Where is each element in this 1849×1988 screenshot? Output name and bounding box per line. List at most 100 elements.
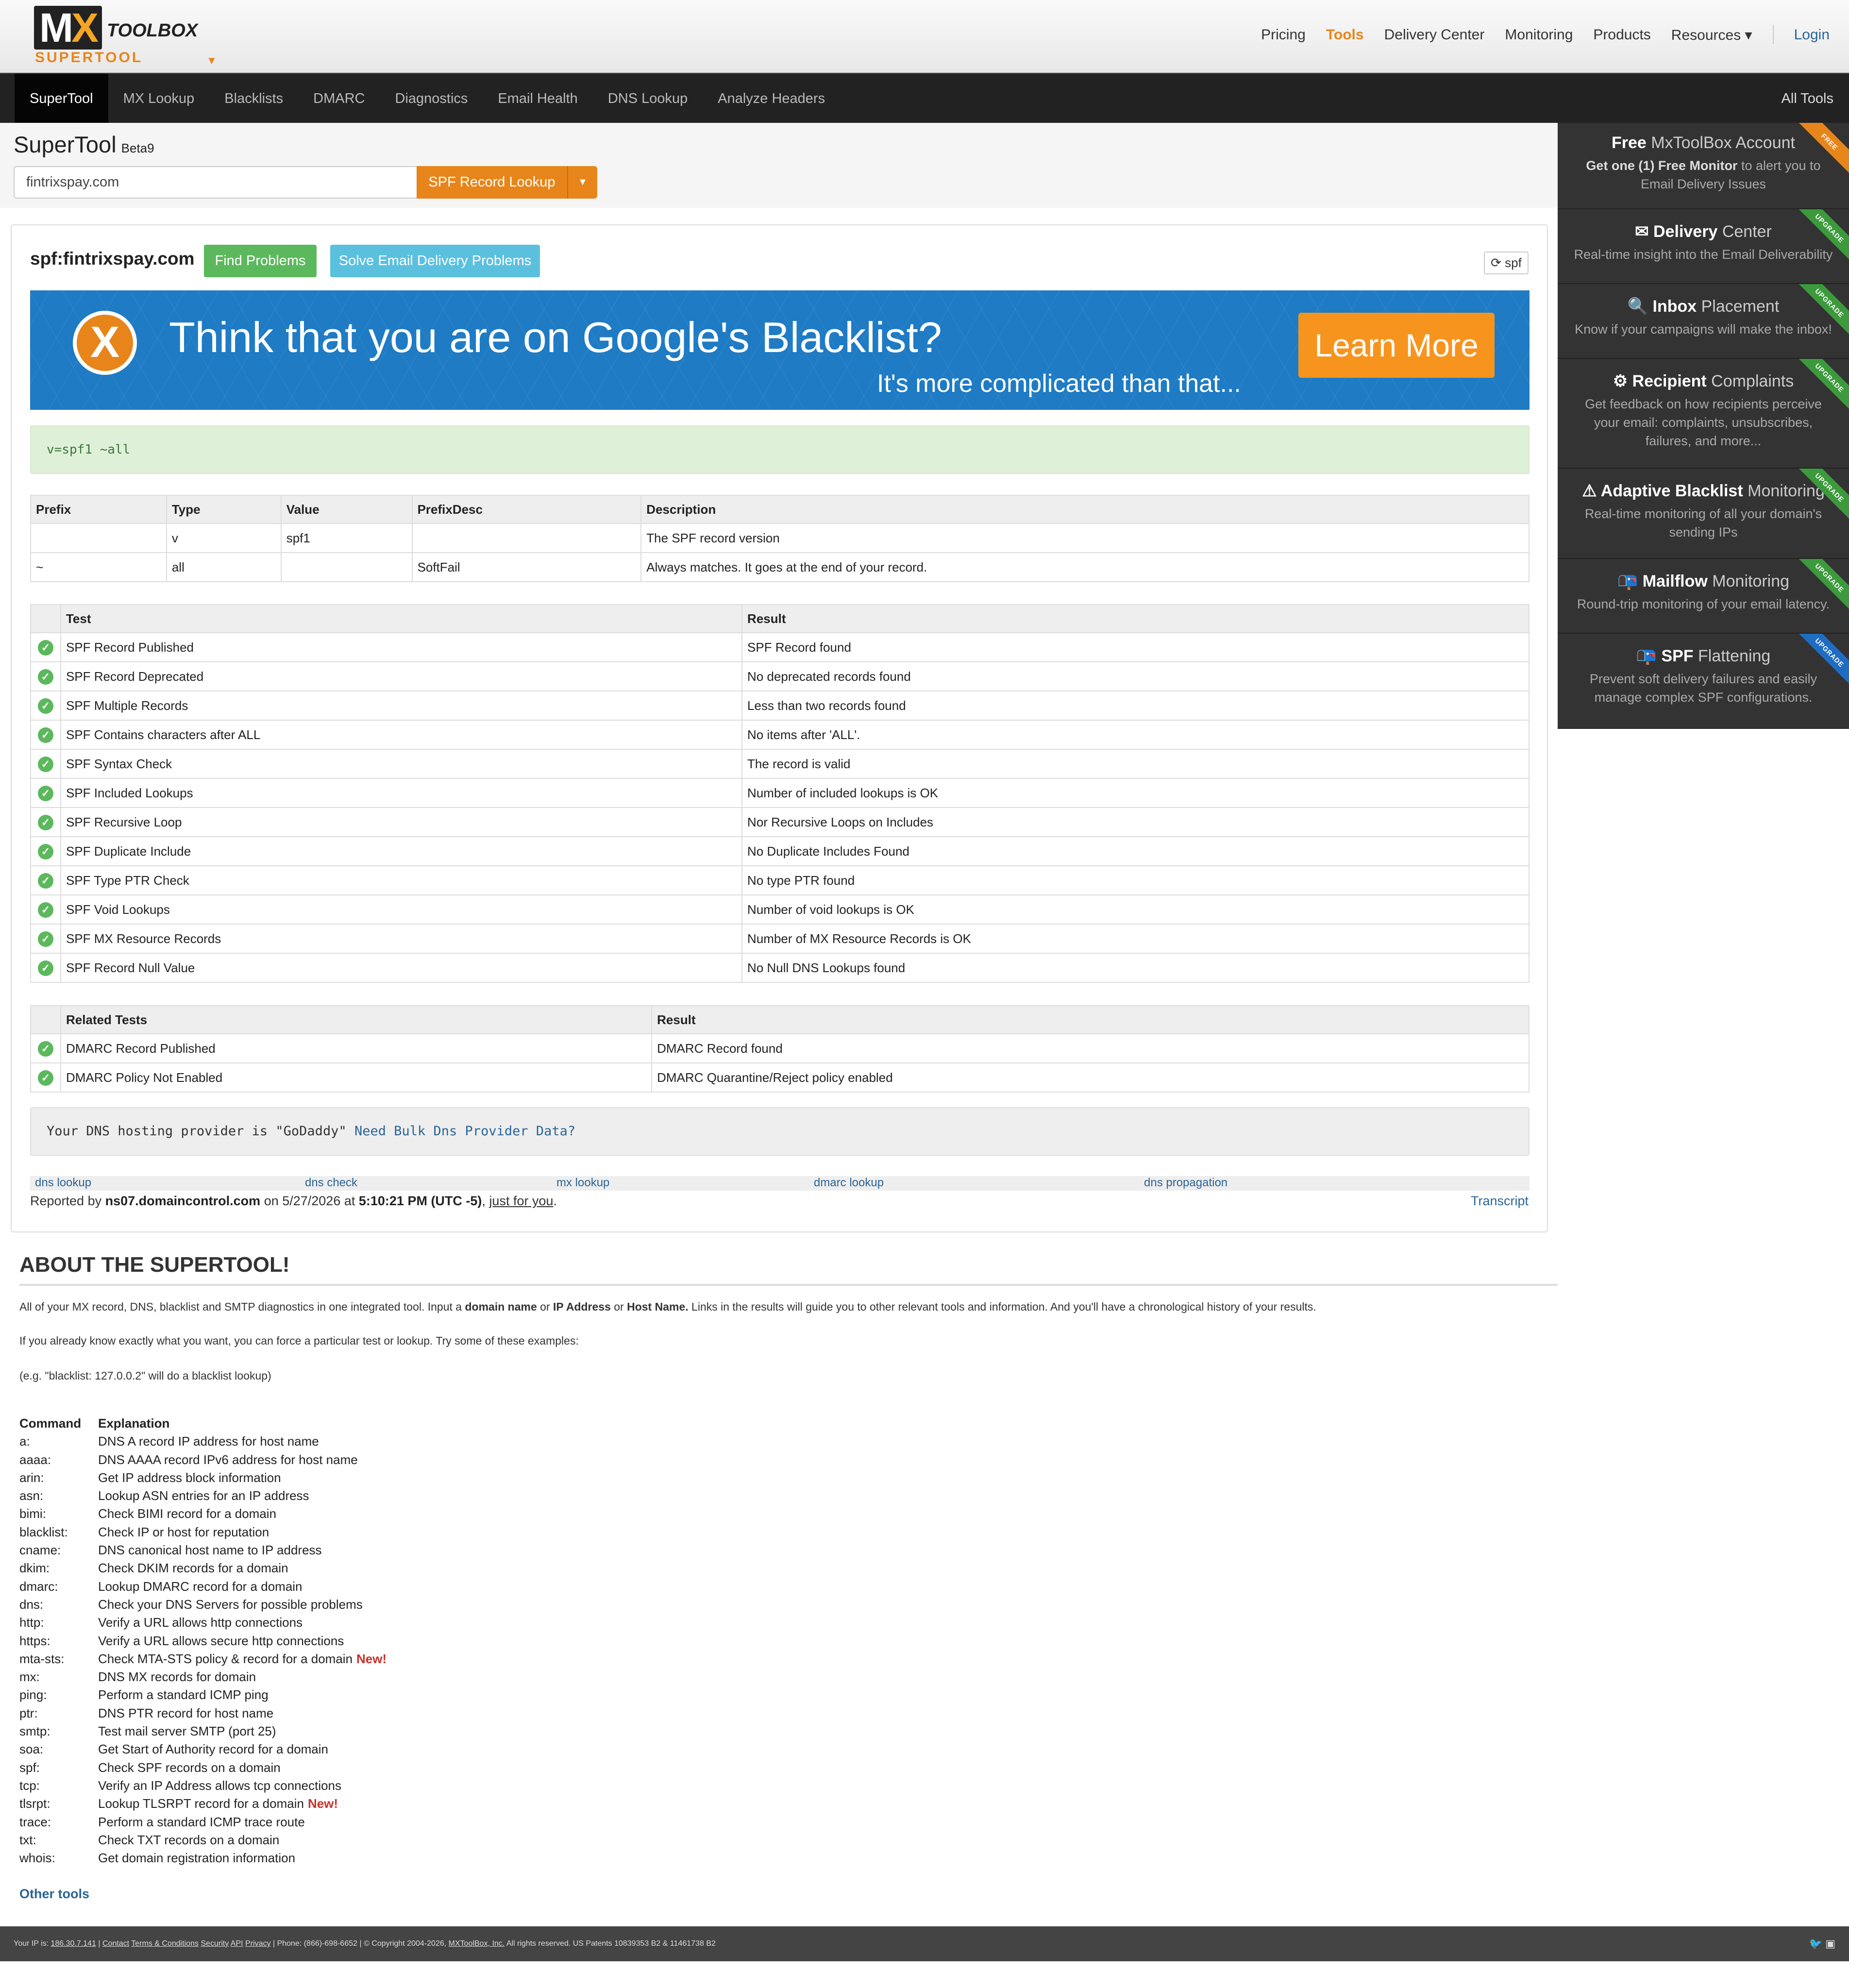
footer-link[interactable]: Privacy bbox=[245, 1939, 270, 1948]
sidebar-item-desc: Get one (1) Free Monitor to alert you to… bbox=[1558, 152, 1849, 193]
footer-link[interactable]: Security bbox=[201, 1939, 229, 1948]
footer-link[interactable]: Contact bbox=[102, 1939, 129, 1948]
learn-more-button[interactable]: Learn More bbox=[1298, 313, 1495, 378]
blog-icon[interactable]: ▣ bbox=[1825, 1937, 1835, 1950]
check-circle-icon: ✓ bbox=[37, 1041, 53, 1057]
about-p1-a: All of your MX record, DNS, blacklist an… bbox=[19, 1300, 462, 1313]
twitter-icon[interactable]: 🐦 bbox=[1809, 1937, 1822, 1950]
ad-banner[interactable]: X Think that you are on Google's Blackli… bbox=[30, 290, 1530, 410]
command-explanation: Lookup DMARC record for a domain bbox=[98, 1579, 303, 1594]
footer-link[interactable]: API bbox=[231, 1939, 243, 1948]
status-cell: ✓ bbox=[30, 778, 61, 808]
related-link[interactable]: dns propagation bbox=[1144, 1176, 1227, 1190]
search-input[interactable]: fintrixspay.com bbox=[14, 166, 418, 199]
sidebar-item-title: 🔍 Inbox Placement bbox=[1558, 297, 1849, 316]
find-problems-button[interactable]: Find Problems bbox=[204, 245, 317, 277]
sidebar-item-bold: Adaptive Blacklist bbox=[1600, 482, 1743, 500]
login-link[interactable]: Login bbox=[1794, 27, 1830, 44]
status-cell: ✓ bbox=[30, 865, 61, 895]
sidebar-item[interactable]: 📭 SPF Flattening Prevent soft delivery fa… bbox=[1558, 634, 1849, 729]
command-explanation: Check TXT records on a domain bbox=[98, 1832, 280, 1847]
lookup-dropdown-toggle[interactable]: ▼ bbox=[567, 166, 597, 199]
about-paragraph-1: All of your MX record, DNS, blacklist an… bbox=[19, 1297, 1558, 1316]
nav-tab[interactable]: MX Lookup bbox=[108, 74, 210, 124]
command-name: trace: bbox=[19, 1814, 51, 1829]
logo-toolbox-text: TOOLBOX bbox=[107, 20, 198, 41]
top-nav-item[interactable]: Monitoring bbox=[1505, 27, 1573, 44]
sidebar-item-title: ✉ Delivery Center bbox=[1558, 222, 1849, 241]
top-nav-item[interactable]: Products bbox=[1593, 27, 1650, 44]
command-row: smtp: Test mail server SMTP (port 25) bbox=[19, 1724, 387, 1742]
solve-email-delivery-button[interactable]: Solve Email Delivery Problems bbox=[330, 245, 540, 277]
check-circle-icon: ✓ bbox=[37, 843, 53, 859]
table-header-cell: PrefixDesc bbox=[411, 495, 642, 524]
related-link[interactable]: dns lookup bbox=[35, 1176, 91, 1190]
top-nav-item[interactable]: Tools bbox=[1326, 27, 1364, 44]
all-tools-link[interactable]: All Tools bbox=[1782, 74, 1833, 124]
just-for-you-link[interactable]: just for you bbox=[489, 1194, 553, 1208]
sidebar-item[interactable]: 🔍 Inbox Placement Know if your campaigns … bbox=[1558, 284, 1849, 359]
command-row: mx: DNS MX records for domain bbox=[19, 1669, 387, 1687]
table-cell: SPF Syntax Check bbox=[60, 749, 743, 779]
sidebar-item[interactable]: ⚠ Adaptive Blacklist Monitoring Real-time… bbox=[1558, 469, 1849, 559]
sidebar-item[interactable]: ⚙ Recipient Complaints Get feedback on ho… bbox=[1558, 359, 1849, 469]
top-nav-item[interactable]: Resources ▾ bbox=[1671, 27, 1752, 44]
table-cell bbox=[30, 523, 167, 553]
explanation-header: Explanation bbox=[98, 1416, 170, 1431]
status-cell: ✓ bbox=[30, 807, 61, 837]
transcript-link[interactable]: Transcript bbox=[1471, 1194, 1529, 1209]
refresh-spf-button[interactable]: ⟳ spf bbox=[1484, 252, 1529, 274]
caret-down-icon: ▼ bbox=[578, 177, 588, 187]
sidebar-item[interactable]: ✉ Delivery Center Real-time insight into … bbox=[1558, 209, 1849, 284]
status-cell: ✓ bbox=[30, 720, 61, 750]
command-row: ptr: DNS PTR record for host name bbox=[19, 1706, 387, 1724]
check-circle-icon: ✓ bbox=[37, 785, 53, 801]
nav-tab[interactable]: Analyze Headers bbox=[703, 74, 840, 124]
related-link[interactable]: dmarc lookup bbox=[814, 1176, 884, 1190]
sidebar-item[interactable]: Free MxToolBox Account Get one (1) Free M… bbox=[1558, 123, 1849, 209]
command-name: a: bbox=[19, 1434, 30, 1449]
nav-tab[interactable]: SuperTool bbox=[15, 74, 108, 124]
dns-provider-box: Your DNS hosting provider is "GoDaddy" N… bbox=[30, 1107, 1530, 1156]
related-link[interactable]: dns check bbox=[305, 1176, 357, 1190]
command-explanation: DNS PTR record for host name bbox=[98, 1705, 274, 1720]
nav-tab[interactable]: Email Health bbox=[483, 74, 592, 124]
nav-tab[interactable]: DNS Lookup bbox=[593, 74, 703, 124]
command-name: mx: bbox=[19, 1669, 40, 1685]
sidebar-item-title: 📭 SPF Flattening bbox=[1558, 646, 1849, 666]
table-header-cell: Prefix bbox=[30, 495, 167, 524]
nav-tab[interactable]: DMARC bbox=[298, 74, 380, 124]
sidebar-item-light: Complaints bbox=[1711, 372, 1794, 390]
related-link[interactable]: mx lookup bbox=[556, 1176, 609, 1190]
spf-record-lookup-button[interactable]: SPF Record Lookup bbox=[417, 166, 567, 199]
search-icon: 🔍 bbox=[1627, 297, 1653, 316]
table-cell: all bbox=[166, 552, 282, 582]
chevron-down-icon[interactable]: ▼ bbox=[206, 54, 217, 67]
other-tools-link[interactable]: Other tools bbox=[19, 1887, 89, 1902]
table-header-cell: Related Tests bbox=[60, 1005, 653, 1034]
result-panel: spf:fintrixspay.com Find Problems Solve … bbox=[11, 224, 1548, 1232]
footer-company-link[interactable]: MXToolBox, Inc. bbox=[449, 1939, 505, 1948]
top-nav-item[interactable]: Pricing bbox=[1261, 27, 1306, 44]
table-cell: The record is valid bbox=[741, 749, 1530, 779]
command-name: dkim: bbox=[19, 1561, 50, 1576]
sidebar-item[interactable]: 📭 Mailflow Monitoring Round-trip monitori… bbox=[1558, 559, 1849, 634]
refresh-label: spf bbox=[1505, 255, 1522, 270]
table-row: ✓ SPF Syntax Check The record is valid bbox=[30, 749, 1530, 779]
top-nav-item[interactable]: Delivery Center bbox=[1384, 27, 1485, 44]
bulk-dns-data-link[interactable]: Need Bulk Dns Provider Data? bbox=[354, 1124, 575, 1139]
footer-link[interactable]: Terms & Conditions bbox=[131, 1939, 199, 1948]
about-section: ABOUT THE SUPERTOOL! All of your MX reco… bbox=[19, 1253, 1558, 1385]
mxtoolbox-logo[interactable]: MX TOOLBOX SUPERTOOL ▼ bbox=[19, 6, 217, 69]
command-row: mta-sts: Check MTA-STS policy & record fo… bbox=[19, 1651, 387, 1669]
upgrade-sidebar: Free MxToolBox Account Get one (1) Free M… bbox=[1558, 123, 1849, 729]
command-name: tcp: bbox=[19, 1778, 40, 1793]
table-header-cell: Value bbox=[280, 495, 413, 524]
footer-ip-link[interactable]: 186.30.7.141 bbox=[51, 1939, 96, 1948]
nav-tab[interactable]: Blacklists bbox=[209, 74, 298, 124]
footer-phone: Phone: (866)-698-6652 bbox=[277, 1939, 358, 1948]
sidebar-item-title: ⚠ Adaptive Blacklist Monitoring bbox=[1558, 481, 1849, 501]
command-name: arin: bbox=[19, 1470, 44, 1485]
nav-tab[interactable]: Diagnostics bbox=[380, 74, 483, 124]
command-name: dns: bbox=[19, 1597, 44, 1612]
